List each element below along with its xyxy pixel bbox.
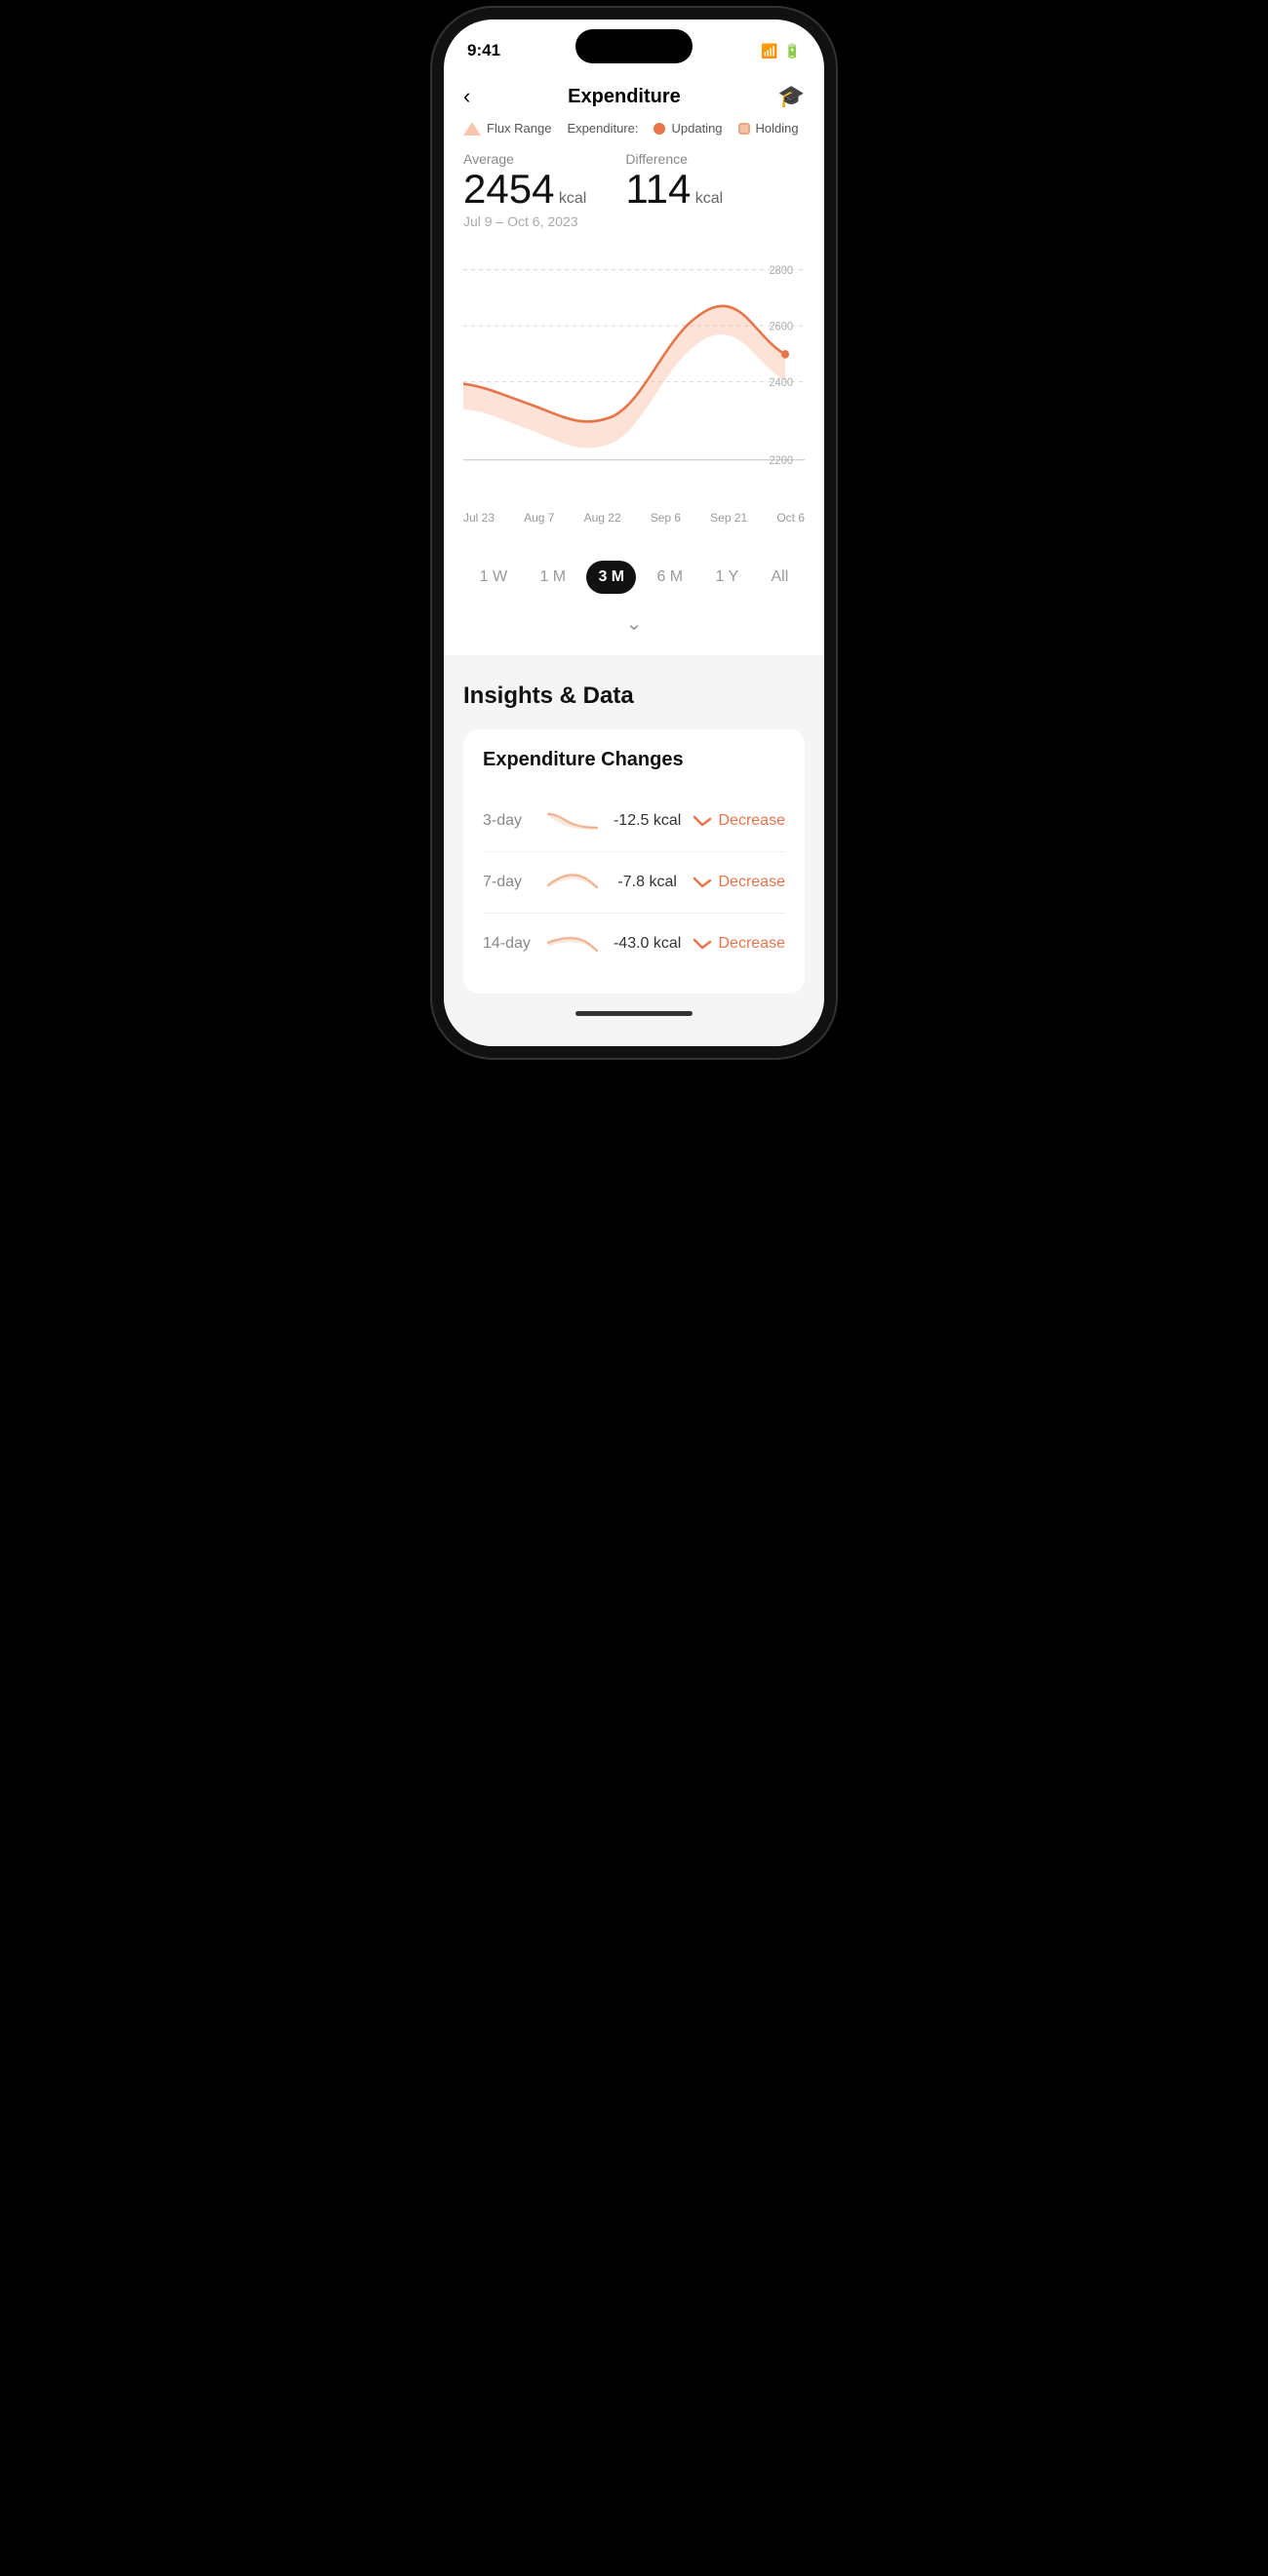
difference-unit: kcal bbox=[695, 190, 723, 207]
insights-section: Insights & Data Expenditure Changes 3-da… bbox=[444, 655, 824, 1046]
x-label-4: Sep 6 bbox=[651, 511, 681, 525]
average-stat: Average 2454 kcal Jul 9 – Oct 6, 2023 bbox=[463, 151, 586, 229]
direction-14day: Decrease bbox=[693, 934, 784, 954]
change-row-3day: 3-day -12.5 kcal Decrease bbox=[483, 791, 785, 852]
header: ‹ Expenditure 🎓 bbox=[444, 68, 824, 121]
wifi-icon: 📶 bbox=[761, 43, 777, 59]
expand-chevron[interactable]: ⌄ bbox=[444, 604, 824, 655]
chart-container: 2800 2600 2400 2200 Jul 23 Aug 7 Aug 22 … bbox=[444, 249, 824, 541]
legend-flux: Flux Range bbox=[463, 121, 551, 136]
status-time: 9:41 bbox=[467, 41, 500, 60]
period-7day: 7-day bbox=[483, 874, 541, 891]
x-label-3: Aug 22 bbox=[584, 511, 621, 525]
average-unit: kcal bbox=[559, 190, 586, 207]
holding-dot bbox=[738, 123, 750, 135]
holding-label: Holding bbox=[756, 121, 799, 136]
x-label-5: Sep 21 bbox=[710, 511, 747, 525]
tab-1y[interactable]: 1 Y bbox=[703, 561, 750, 594]
value-7day: -7.8 kcal bbox=[604, 874, 692, 891]
date-range: Jul 9 – Oct 6, 2023 bbox=[463, 214, 586, 229]
decrease-label-14day: Decrease bbox=[718, 935, 784, 953]
difference-value: 114 bbox=[625, 166, 691, 212]
svg-text:2600: 2600 bbox=[770, 321, 793, 332]
tab-1m[interactable]: 1 M bbox=[528, 561, 577, 594]
page-title: Expenditure bbox=[568, 86, 681, 108]
updating-dot bbox=[654, 123, 665, 135]
direction-7day: Decrease bbox=[693, 873, 784, 892]
tab-all[interactable]: All bbox=[760, 561, 801, 594]
svg-text:2200: 2200 bbox=[770, 455, 793, 467]
average-label: Average bbox=[463, 151, 586, 167]
value-3day: -12.5 kcal bbox=[604, 812, 692, 830]
expenditure-chart: 2800 2600 2400 2200 bbox=[463, 249, 805, 502]
legend-expenditure-label: Expenditure: bbox=[567, 121, 638, 136]
chart-x-labels: Jul 23 Aug 7 Aug 22 Sep 6 Sep 21 Oct 6 bbox=[463, 507, 805, 525]
x-label-6: Oct 6 bbox=[776, 511, 805, 525]
legend: Flux Range Expenditure: Updating Holding bbox=[444, 121, 824, 151]
difference-value-container: 114 kcal bbox=[625, 169, 723, 210]
sparkline-7day bbox=[543, 868, 602, 897]
home-indicator bbox=[463, 994, 805, 1027]
decrease-arrow-14day bbox=[693, 934, 712, 954]
home-bar bbox=[575, 1011, 693, 1016]
status-icons: 📶 🔋 bbox=[761, 43, 801, 59]
legend-holding: Holding bbox=[738, 121, 799, 136]
flux-label: Flux Range bbox=[487, 121, 551, 136]
expenditure-label: Expenditure: bbox=[567, 121, 638, 136]
decrease-arrow-7day bbox=[693, 873, 712, 892]
decrease-label-3day: Decrease bbox=[718, 812, 784, 830]
svg-text:2800: 2800 bbox=[770, 265, 793, 277]
value-14day: -43.0 kcal bbox=[604, 935, 692, 953]
change-row-14day: 14-day -43.0 kcal Decrease bbox=[483, 914, 785, 974]
stats-section: Average 2454 kcal Jul 9 – Oct 6, 2023 Di… bbox=[444, 151, 824, 249]
insights-title: Insights & Data bbox=[463, 683, 805, 710]
tab-6m[interactable]: 6 M bbox=[645, 561, 694, 594]
education-icon[interactable]: 🎓 bbox=[778, 84, 805, 109]
status-bar: 9:41 📶 🔋 bbox=[444, 20, 824, 68]
time-range-tabs: 1 W 1 M 3 M 6 M 1 Y All bbox=[444, 541, 824, 604]
flux-icon bbox=[463, 122, 481, 136]
card-title: Expenditure Changes bbox=[483, 749, 785, 771]
change-row-7day: 7-day -7.8 kcal Decrease bbox=[483, 852, 785, 914]
phone-frame: 9:41 📶 🔋 ‹ Expenditure 🎓 Flux Range Expe… bbox=[444, 20, 824, 1046]
tab-3m[interactable]: 3 M bbox=[586, 561, 636, 594]
tab-1w[interactable]: 1 W bbox=[468, 561, 519, 594]
period-14day: 14-day bbox=[483, 935, 541, 953]
updating-label: Updating bbox=[671, 121, 722, 136]
difference-stat: Difference 114 kcal bbox=[625, 151, 723, 229]
average-value-container: 2454 kcal bbox=[463, 169, 586, 210]
period-3day: 3-day bbox=[483, 812, 541, 830]
x-label-1: Jul 23 bbox=[463, 511, 495, 525]
direction-3day: Decrease bbox=[693, 811, 784, 831]
x-label-2: Aug 7 bbox=[524, 511, 554, 525]
back-button[interactable]: ‹ bbox=[463, 84, 470, 109]
legend-updating: Updating bbox=[654, 121, 722, 136]
difference-label: Difference bbox=[625, 151, 723, 167]
average-value: 2454 bbox=[463, 166, 554, 212]
svg-text:2400: 2400 bbox=[770, 376, 793, 388]
decrease-label-7day: Decrease bbox=[718, 874, 784, 891]
dynamic-island bbox=[575, 29, 693, 63]
sparkline-14day bbox=[543, 929, 602, 958]
battery-icon: 🔋 bbox=[784, 43, 801, 59]
sparkline-3day bbox=[543, 806, 602, 836]
decrease-arrow-3day bbox=[693, 811, 712, 831]
expenditure-changes-card: Expenditure Changes 3-day -12.5 kcal Dec… bbox=[463, 729, 805, 994]
